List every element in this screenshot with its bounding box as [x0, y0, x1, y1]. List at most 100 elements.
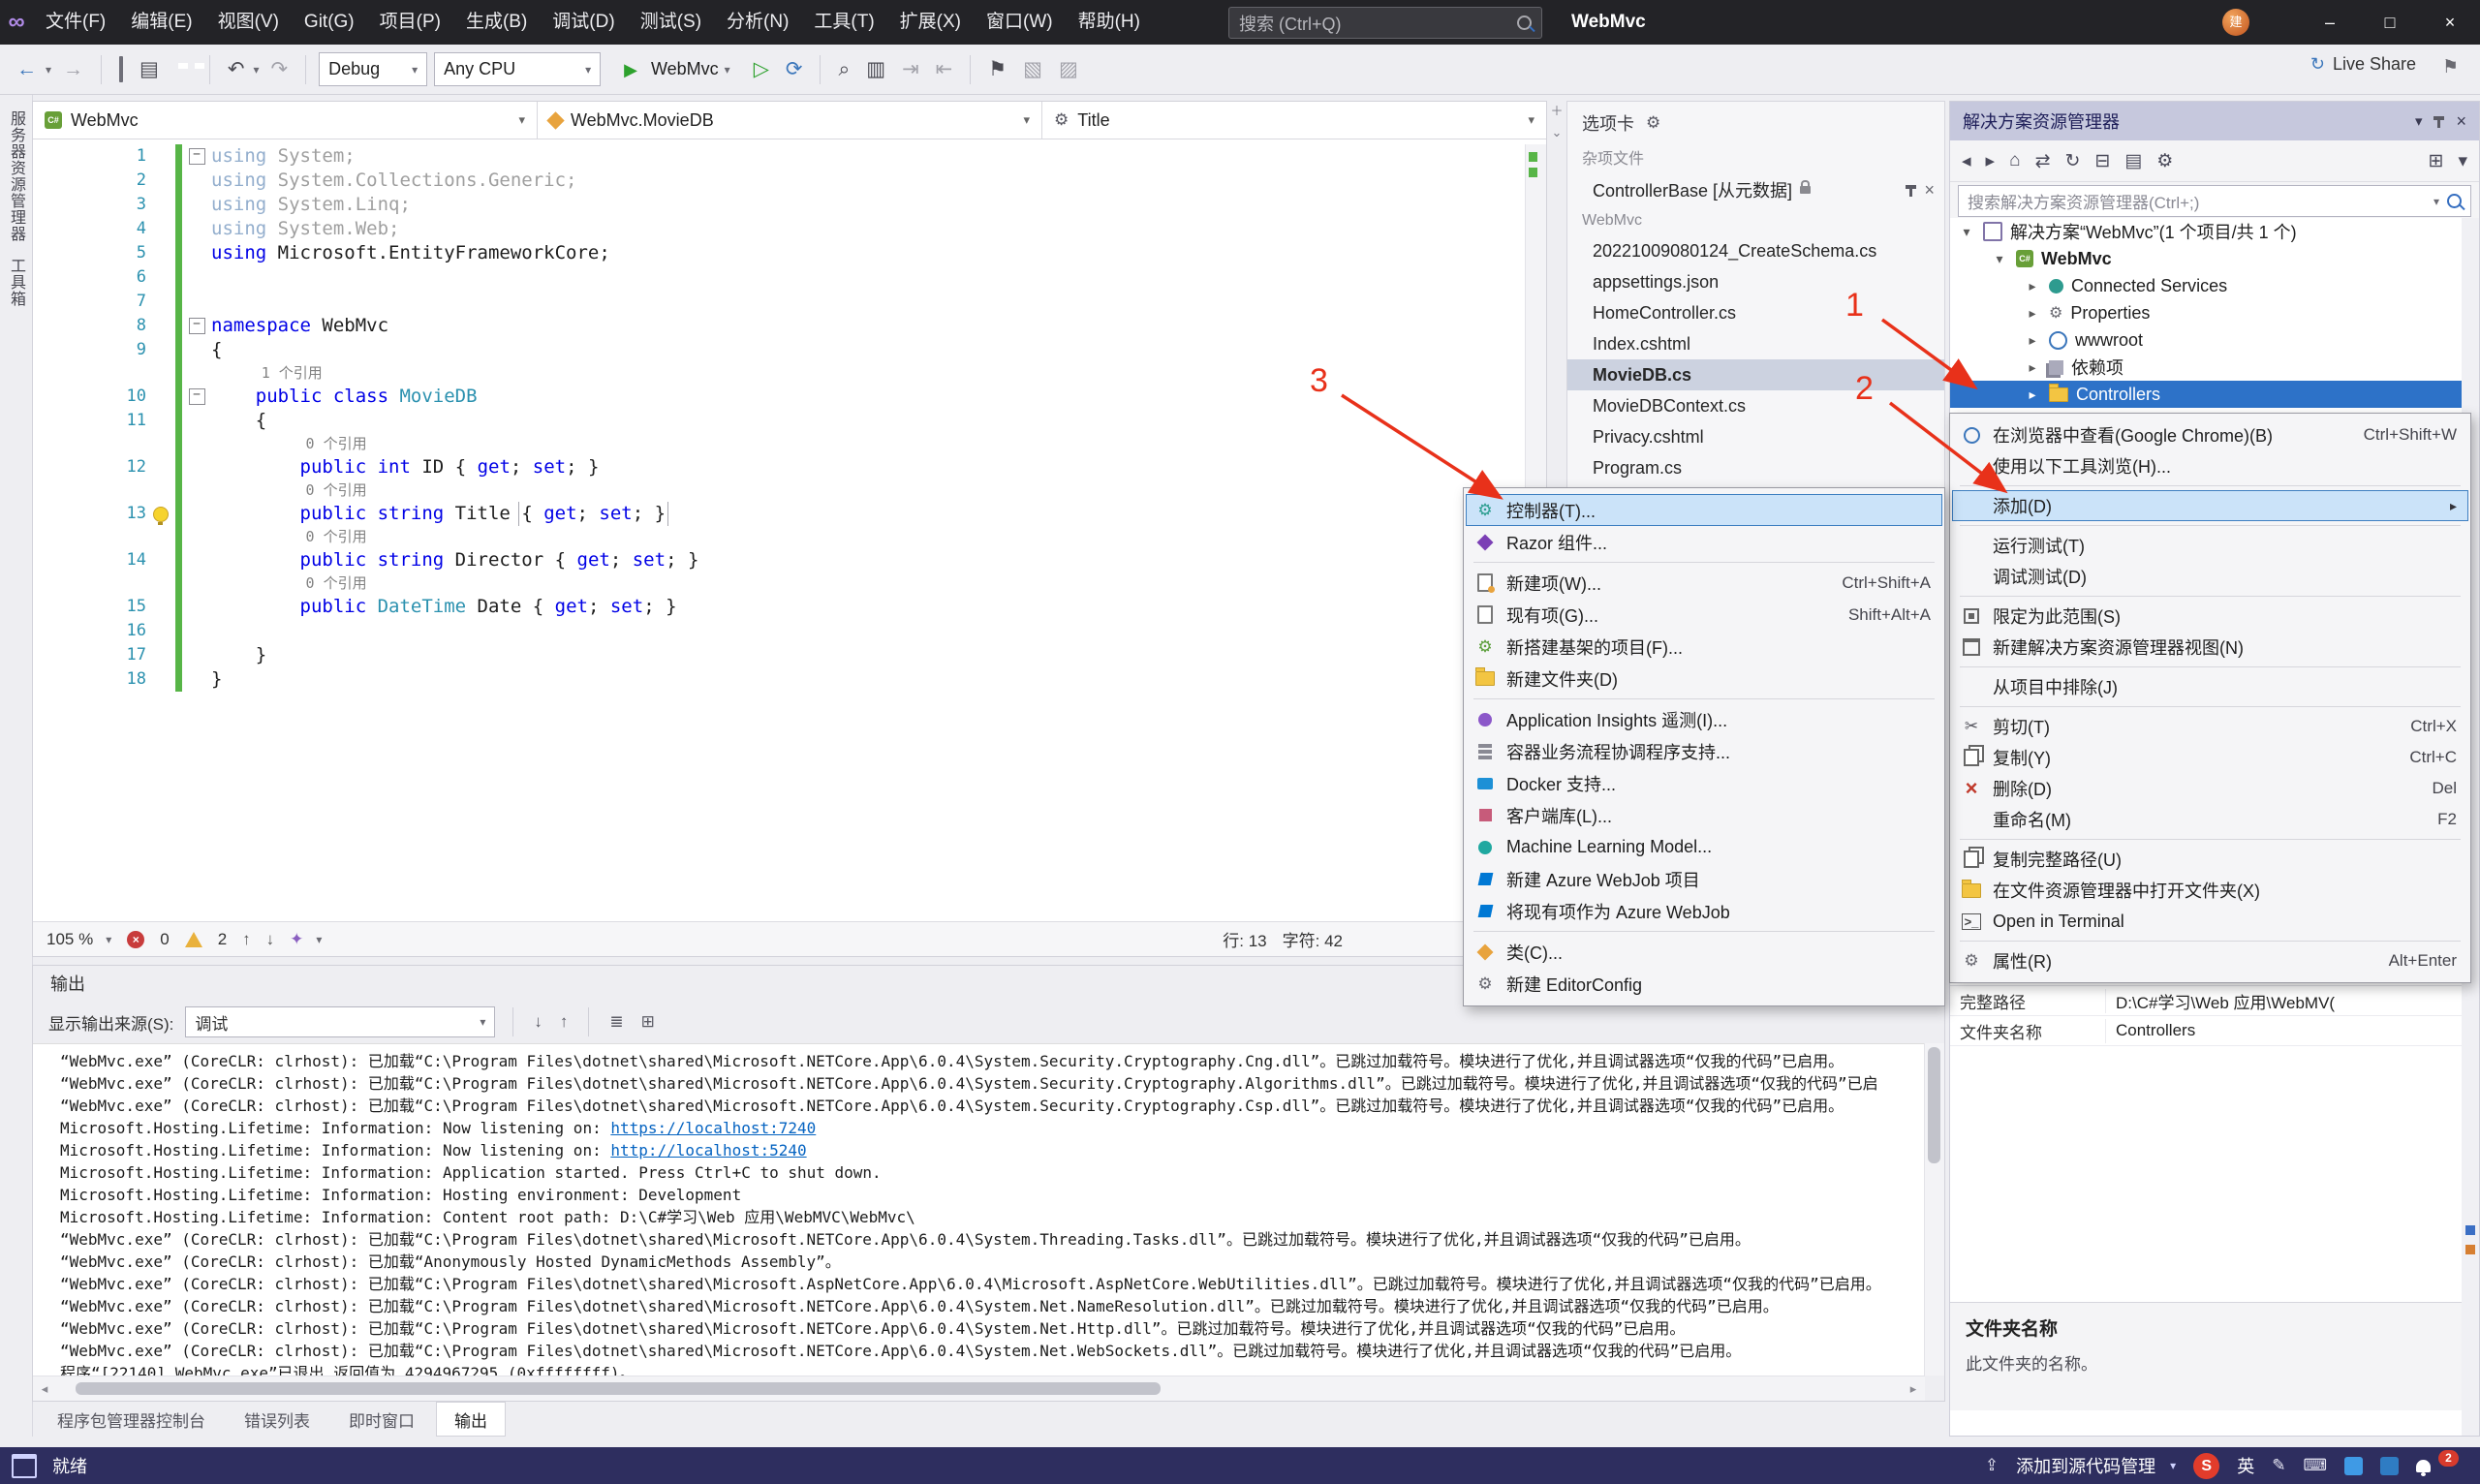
menubar-item[interactable]: 扩展(X) — [887, 0, 974, 45]
uncomment-icon[interactable]: ▨ — [1054, 57, 1083, 81]
menubar-item[interactable]: Git(G) — [292, 0, 367, 45]
chevron-expanded-icon[interactable]: ▾ — [1958, 224, 1975, 240]
error-count[interactable]: 0 — [160, 930, 169, 949]
notifications-bell-icon[interactable] — [2416, 1460, 2431, 1472]
platform-dropdown[interactable]: Any CPU▾ — [434, 52, 601, 86]
source-control-caret-icon[interactable]: ▾ — [2170, 1459, 2176, 1472]
prev-issue-icon[interactable]: ↑ — [242, 930, 251, 949]
menu-item[interactable]: 新建文件夹(D) — [1466, 663, 1942, 695]
menu-item[interactable]: 在浏览器中查看(Google Chrome)(B)Ctrl+Shift+W — [1952, 419, 2468, 450]
menubar-item[interactable]: 工具(T) — [801, 0, 886, 45]
live-share-button[interactable]: ↻ Live Share — [2310, 54, 2416, 75]
menu-item[interactable]: 重命名(M)F2 — [1952, 804, 2468, 835]
scroll-left-icon[interactable]: ◂ — [33, 1381, 56, 1397]
code-area[interactable]: 1−using System;2using System.Collections… — [33, 144, 1526, 921]
gear-icon[interactable]: ⚙ — [1646, 113, 1660, 133]
close-icon[interactable]: × — [2456, 111, 2466, 132]
menu-item[interactable]: 复制完整路径(U) — [1952, 844, 2468, 875]
taskbar-app2-icon[interactable] — [2380, 1457, 2399, 1475]
code-editor[interactable]: C# WebMvc ▾ WebMvc.MovieDB ▾ ⚙ Title ▾ 1… — [32, 101, 1547, 957]
avatar[interactable]: 建 — [2222, 9, 2249, 36]
document-tab[interactable]: MovieDBContext.cs — [1567, 390, 1944, 421]
chevron-down-icon[interactable]: ▾ — [2415, 112, 2423, 130]
menu-item[interactable]: 复制(Y)Ctrl+C — [1952, 742, 2468, 773]
ime-keyboard-icon[interactable]: ⌨ — [2303, 1456, 2327, 1475]
preview-selected-icon[interactable]: ⊞ — [2429, 150, 2444, 172]
ime-language-badge[interactable]: 英 — [2237, 1453, 2254, 1478]
collapse-all-icon[interactable]: ⊟ — [2094, 150, 2110, 172]
menu-item[interactable]: 删除(D)Del — [1952, 773, 2468, 804]
pin-icon[interactable] — [2437, 117, 2440, 128]
tree-item--webmvc-1-1-[interactable]: ▾解决方案“WebMvc”(1 个项目/共 1 个) — [1950, 218, 2462, 245]
menu-item[interactable]: Application Insights 遥测(I)... — [1466, 703, 1942, 735]
menubar-item[interactable]: 项目(P) — [367, 0, 453, 45]
solution-search-input[interactable]: 搜索解决方案资源管理器(Ctrl+;) ▾ — [1958, 185, 2471, 217]
goto-message-icon[interactable]: ↓ — [531, 1012, 545, 1032]
forward-icon[interactable]: ▸ — [1986, 150, 1996, 172]
tree-item-controllers[interactable]: ▸Controllers — [1950, 381, 2462, 408]
menubar-item[interactable]: 窗口(W) — [974, 0, 1066, 45]
menu-item[interactable]: 从项目中排除(J) — [1952, 671, 2468, 702]
document-tab[interactable]: ControllerBase [从元数据]× — [1567, 174, 1944, 205]
chevron-expanded-icon[interactable]: ▾ — [1991, 251, 2008, 267]
navigate-back-icon[interactable]: ← — [12, 57, 42, 81]
menu-item[interactable]: Machine Learning Model... — [1466, 831, 1942, 863]
split-window-icon[interactable]: ▥ — [861, 57, 890, 81]
solution-explorer-header[interactable]: 解决方案资源管理器 ▾ × — [1950, 102, 2479, 140]
refresh-icon[interactable]: ↻ — [2065, 150, 2081, 172]
open-file-icon[interactable]: ▤ — [135, 57, 164, 81]
word-wrap-icon[interactable]: ⊞ — [638, 1012, 658, 1032]
menu-item[interactable]: 运行测试(T) — [1952, 530, 2468, 561]
menu-item[interactable]: 将现有项作为 Azure WebJob — [1466, 895, 1942, 927]
menu-item[interactable]: Razor 组件... — [1466, 526, 1942, 558]
document-tab[interactable]: MovieDB.cs — [1567, 359, 1944, 390]
output-source-dropdown[interactable]: 调试 ▾ — [185, 1006, 495, 1037]
codelens-label[interactable]: 0 个引用 — [306, 526, 367, 548]
restart-icon[interactable]: ⟳ — [781, 57, 808, 81]
menu-item[interactable]: 新建 EditorConfig — [1466, 968, 1942, 1000]
document-tab[interactable]: Program.cs — [1567, 452, 1944, 483]
codelens-label[interactable]: 1 个引用 — [262, 362, 323, 385]
menubar-item[interactable]: 文件(F) — [33, 0, 118, 45]
menu-item[interactable]: 容器业务流程协调程序支持... — [1466, 735, 1942, 767]
zoom-level[interactable]: 105 % — [46, 930, 93, 949]
new-project-icon[interactable] — [114, 57, 128, 81]
document-tab[interactable]: Index.cshtml — [1567, 328, 1944, 359]
left-tool-tab[interactable]: 工具箱 — [0, 258, 32, 307]
next-issue-icon[interactable]: ↓ — [266, 930, 275, 949]
menu-item[interactable]: 控制器(T)... — [1466, 494, 1942, 526]
pending-changes-filter-icon[interactable]: ▾ — [2458, 150, 2467, 172]
pin-icon[interactable] — [1909, 186, 1912, 197]
tree-item-properties[interactable]: ▸⚙Properties — [1950, 299, 2462, 326]
chevron-collapsed-icon[interactable]: ▸ — [2024, 332, 2041, 349]
indent-icon[interactable]: ⇥ — [897, 57, 924, 81]
output-vertical-scrollbar[interactable] — [1924, 1043, 1944, 1376]
taskbar-app-icon[interactable] — [2344, 1457, 2363, 1475]
comment-icon[interactable]: ▧ — [1018, 57, 1047, 81]
menubar-item[interactable]: 编辑(E) — [118, 0, 204, 45]
scrollbar-thumb[interactable] — [76, 1382, 1161, 1395]
maximize-button[interactable]: □ — [2360, 0, 2420, 45]
type-dropdown[interactable]: WebMvc.MovieDB ▾ — [538, 102, 1042, 139]
menu-item[interactable]: Docker 支持... — [1466, 767, 1942, 799]
bottom-tab-输出[interactable]: 输出 — [436, 1402, 506, 1437]
menu-item[interactable]: 现有项(G)...Shift+Alt+A — [1466, 599, 1942, 631]
menubar-item[interactable]: 视图(V) — [205, 0, 292, 45]
menu-item[interactable]: 新建项(W)...Ctrl+Shift+A — [1466, 567, 1942, 599]
collapse-box[interactable]: − — [189, 148, 205, 165]
save-icon[interactable] — [170, 68, 180, 72]
codelens-label[interactable]: 0 个引用 — [306, 433, 367, 455]
menubar-item[interactable]: 帮助(H) — [1066, 0, 1153, 45]
goto-prev-message-icon[interactable]: ↑ — [557, 1012, 572, 1032]
navigate-forward-icon[interactable]: → — [58, 57, 88, 81]
document-tab[interactable]: appsettings.json — [1567, 266, 1944, 297]
search-input[interactable]: 搜索 (Ctrl+Q) — [1228, 7, 1542, 39]
scroll-right-icon[interactable]: ▸ — [1902, 1381, 1925, 1397]
menu-item[interactable]: 限定为此范围(S) — [1952, 601, 2468, 632]
ime-pen-icon[interactable]: ✎ — [2272, 1456, 2285, 1475]
output-link[interactable]: http://localhost:5240 — [610, 1141, 806, 1159]
menu-item[interactable]: 客户端库(L)... — [1466, 799, 1942, 831]
show-all-files-icon[interactable]: ▤ — [2124, 150, 2142, 172]
bottom-tab-程序包管理器控制台[interactable]: 程序包管理器控制台 — [40, 1402, 223, 1437]
properties-icon[interactable]: ⚙ — [2156, 150, 2173, 172]
